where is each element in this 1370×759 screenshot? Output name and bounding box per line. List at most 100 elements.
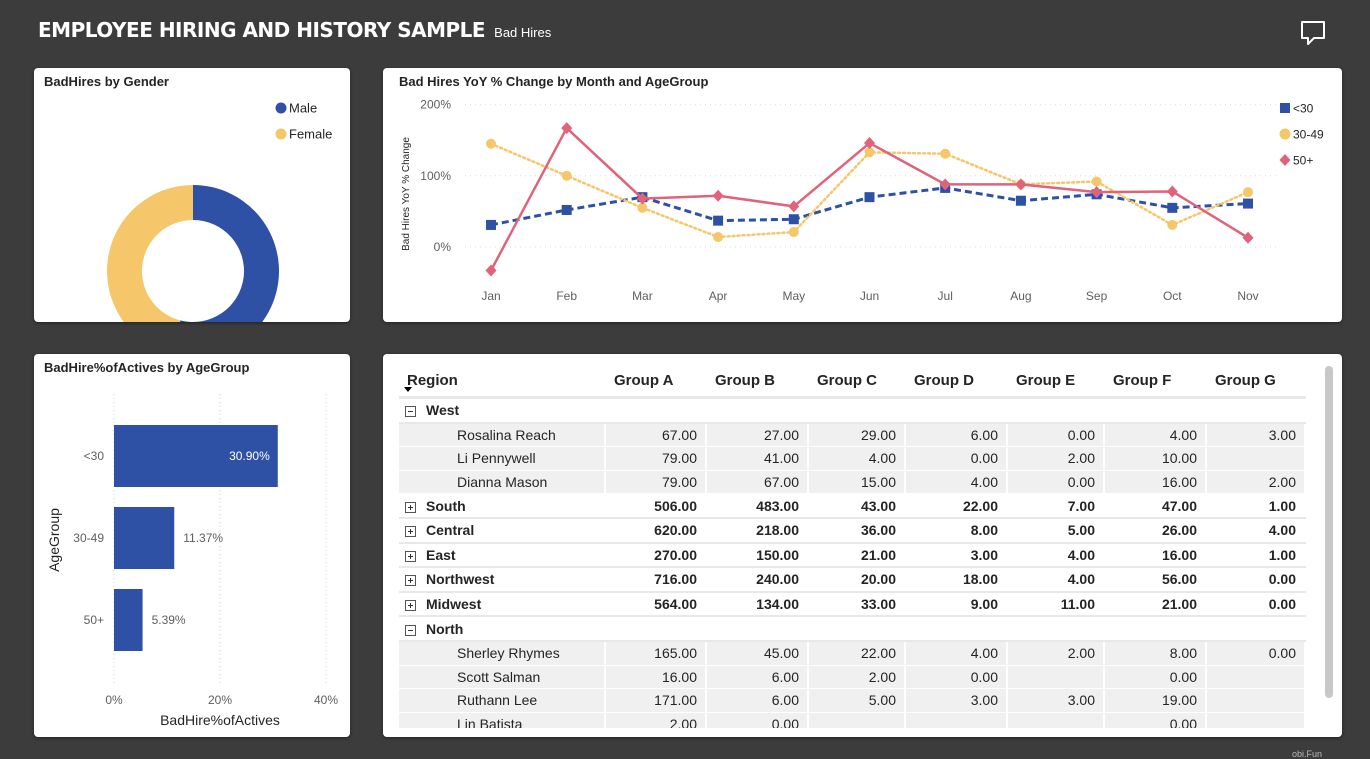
data-point-2-0[interactable] [485, 264, 497, 277]
data-point-1-0[interactable] [486, 138, 496, 149]
column-header-5[interactable]: Group E [1007, 364, 1105, 399]
x-tick-label: Sep [1086, 289, 1108, 303]
cell-value: 7.00 [1067, 497, 1095, 514]
value-cell [808, 616, 906, 642]
value-cell: 27.00 [706, 422, 809, 448]
column-header-label: Group E [1016, 371, 1076, 389]
matrix-scrollbar[interactable] [1325, 366, 1333, 698]
x-tick-label: Mar [632, 289, 653, 303]
comment-button[interactable] [1296, 18, 1330, 48]
data-point-1-3[interactable] [713, 232, 724, 243]
yoy-line-chart: 0% 100% 200% Bad Hires YoY % Change Jan Feb Ma… [401, 98, 1324, 303]
data-point-0-0[interactable] [486, 219, 496, 230]
cell-value: 16.00 [661, 668, 697, 685]
column-header-1[interactable]: Group A [605, 364, 707, 399]
agegroup-bar-card[interactable]: BadHire%ofActives by AgeGroup 0% 20% 40% <3… [34, 354, 350, 737]
collapse-icon[interactable] [405, 624, 416, 636]
cell-value: 8.00 [1169, 645, 1197, 662]
column-header-0[interactable]: Region [399, 364, 606, 399]
data-point-0-1[interactable] [561, 204, 572, 215]
data-point-2-9[interactable] [1166, 185, 1178, 198]
column-header-2[interactable]: Group B [706, 364, 809, 399]
data-label: 30.90% [229, 449, 270, 463]
value-cell: 4.00 [808, 446, 906, 471]
legend-label[interactable]: <30 [1293, 102, 1314, 116]
cell-value: 620.00 [654, 522, 697, 539]
cell-value: 15.00 [860, 474, 896, 491]
value-cell: 16.00 [1104, 470, 1207, 495]
value-cell: 0.00 [1007, 422, 1105, 448]
bar-1[interactable] [114, 507, 175, 569]
x-tick-label: Aug [1010, 289, 1031, 303]
data-point-2-10[interactable] [1242, 231, 1254, 244]
x-tick-label: Jun [860, 289, 879, 303]
cell-value: 26.00 [1161, 522, 1197, 539]
row-label: North [426, 620, 464, 637]
cell-value: 564.00 [654, 596, 697, 613]
data-point-2-7[interactable] [1015, 178, 1027, 191]
cell-value: 3.00 [1067, 692, 1095, 709]
data-point-0-4[interactable] [788, 214, 799, 225]
bar-2[interactable] [114, 589, 143, 651]
value-cell: 0.00 [1206, 640, 1306, 666]
value-cell: 16.00 [1104, 542, 1207, 569]
sort-desc-icon[interactable] [404, 387, 412, 392]
expand-icon[interactable] [405, 526, 416, 538]
expand-icon[interactable] [405, 575, 416, 587]
column-header-3[interactable]: Group C [808, 364, 906, 399]
value-cell: 240.00 [706, 567, 809, 593]
value-cell: 506.00 [605, 493, 707, 519]
data-point-1-4[interactable] [788, 227, 799, 238]
cell-value: 19.00 [1161, 692, 1197, 709]
row-label: East [426, 546, 456, 563]
column-header-4[interactable]: Group D [905, 364, 1008, 399]
row-label: Lin Batista [457, 716, 523, 728]
legend-label-female[interactable]: Female [289, 127, 332, 142]
value-cell: 8.00 [1104, 640, 1207, 666]
data-point-2-3[interactable] [712, 189, 724, 202]
value-cell: 150.00 [706, 542, 809, 569]
value-cell: 2.00 [808, 665, 906, 690]
x-tick-label: 40% [314, 693, 338, 707]
data-point-0-7[interactable] [1015, 195, 1026, 206]
yoy-line-card[interactable]: Bad Hires YoY % Change by Month and AgeG… [383, 68, 1342, 322]
row-label: Sherley Rhymes [457, 645, 560, 662]
data-point-0-3[interactable] [713, 215, 724, 226]
value-cell: 3.00 [905, 688, 1008, 713]
data-point-1-6[interactable] [940, 148, 951, 159]
value-cell: 26.00 [1104, 517, 1207, 544]
donut-slice-female[interactable] [107, 185, 193, 322]
legend-label[interactable]: 50+ [1293, 154, 1313, 168]
series-line-1[interactable] [489, 142, 1250, 239]
cell-value: 16.00 [1161, 546, 1197, 563]
legend-label-male[interactable]: Male [289, 101, 317, 116]
data-point-0-9[interactable] [1167, 202, 1178, 213]
value-cell: 36.00 [808, 517, 906, 544]
cell-value: 1.00 [1268, 546, 1296, 563]
data-point-1-9[interactable] [1167, 219, 1178, 230]
column-header-6[interactable]: Group F [1104, 364, 1207, 399]
data-point-1-1[interactable] [561, 170, 572, 181]
cell-value: 0.00 [1169, 716, 1197, 728]
value-cell: 4.00 [905, 470, 1008, 495]
data-label: 5.39% [152, 613, 186, 627]
data-point-0-10[interactable] [1243, 198, 1253, 209]
value-cell [1206, 688, 1306, 713]
legend-label[interactable]: 30-49 [1293, 128, 1324, 142]
expand-icon[interactable] [405, 550, 416, 562]
column-header-7[interactable]: Group G [1206, 364, 1306, 399]
region-row: Central 620.00 218.00 36.00 8.00 5.00 26.00 4.0… [399, 517, 1306, 544]
data-point-0-5[interactable] [864, 192, 875, 203]
x-tick-label: Feb [556, 289, 577, 303]
data-point-1-10[interactable] [1243, 187, 1253, 198]
region-matrix-card[interactable]: Region Group A Group B Group C Group D Group … [383, 354, 1342, 737]
data-point-1-8[interactable] [1091, 176, 1102, 187]
gender-donut-card[interactable]: BadHires by Gender Male Female [34, 68, 350, 322]
expand-icon[interactable] [405, 600, 416, 612]
value-cell: 15.00 [808, 470, 906, 495]
value-cell: 6.00 [706, 688, 809, 713]
value-cell [1206, 616, 1306, 642]
value-cell: 21.00 [1104, 591, 1207, 618]
expand-icon[interactable] [405, 501, 416, 513]
collapse-icon[interactable] [405, 406, 416, 418]
